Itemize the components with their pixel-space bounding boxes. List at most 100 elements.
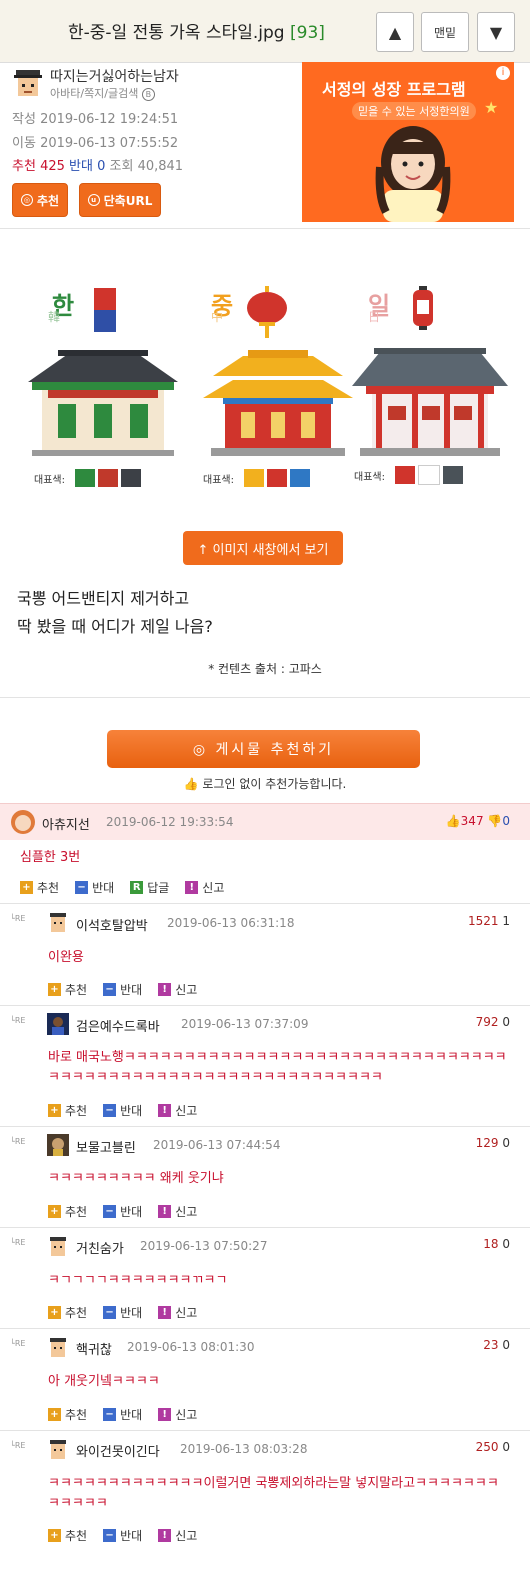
best-date: 2019-06-12 19:33:54 [106,815,234,829]
author-links[interactable]: 아바타/쪽지/글검색 B [50,85,155,101]
circle-icon: ◎ [20,194,33,206]
opp-button[interactable]: − 반대 [103,1527,142,1544]
divider [0,1328,530,1329]
rec-button[interactable]: + 추천 [48,1203,87,1220]
opp-button[interactable]: − 반대 [103,1203,142,1220]
report-button[interactable]: ! 신고 [158,1406,197,1423]
report-icon: ! [158,1305,172,1319]
thumbs-down-icon: 👎 [487,814,503,828]
view-image-button[interactable]: ↑ 이미지 새창에서 보기 [183,531,343,565]
best-rec-button[interactable]: + 추천 [20,879,59,896]
opp-button[interactable]: − 반대 [103,981,142,998]
recommend-note: 👍 로그인 없이 추천가능합니다. [183,777,347,791]
comment-date: 2019-06-13 07:44:54 [153,1138,281,1152]
comment-nick[interactable]: 거친숨가 [76,1238,124,1257]
comment-avatar[interactable] [47,912,69,934]
opp-button[interactable]: − 반대 [103,1406,142,1423]
report-icon: ! [158,1103,172,1117]
minus-icon: − [103,1103,117,1117]
author-avatar[interactable] [12,68,44,100]
comment-avatar[interactable] [47,1337,69,1359]
comment-date: 2019-06-13 07:37:09 [181,1017,309,1031]
report-icon: ! [158,982,172,996]
comment-nick[interactable]: 핵귀찮 [76,1339,112,1358]
rec-button[interactable]: + 추천 [48,1304,87,1321]
plus-icon: + [48,982,61,996]
rec-button[interactable]: + 추천 [48,981,87,998]
plus-icon: + [48,1305,61,1319]
minus-icon: − [103,1305,117,1319]
minus-icon: − [103,982,117,996]
author-nick[interactable]: 따지는거싫어하는남자 [50,66,179,86]
comment-nick[interactable]: 검은예수드록바 [76,1016,160,1035]
comment-score: 23 0 [483,1338,510,1352]
thumbs-up-icon: 👍 [445,814,461,828]
report-icon: ! [158,1204,172,1218]
content-source: * 컨텐츠 출처 : 고파스 [208,662,322,676]
moved-date: 이동 2019-06-13 07:55:52 [12,136,179,151]
report-button[interactable]: ! 신고 [158,981,197,998]
opp-button[interactable]: − 반대 [103,1304,142,1321]
paper-lantern-icon [413,286,433,330]
house-japan: 일 日 대표색: [350,282,520,492]
comment-nick[interactable]: 와이건못이긴다 [76,1441,160,1460]
comment-nick[interactable]: 이석호탈압박 [76,915,148,934]
comment-actions: + 추천 − 반대 ! 신고 [48,1101,213,1119]
report-button[interactable]: ! 신고 [158,1203,197,1220]
reply-icon: R [130,880,144,894]
reply-arrow-icon: └RE [10,1441,26,1450]
comment-nick[interactable]: 보물고블린 [76,1137,136,1156]
divider [0,1126,530,1127]
reply-arrow-icon: └RE [10,1016,26,1025]
comment-text: ㅋㅋㅋㅋㅋㅋㅋㅋㅋㅋㅋㅋㅋ이럴거면 국뽕제외하라는말 넣지말라고ㅋㅋㅋㅋㅋㅋㅋㅋ… [48,1476,499,1511]
comment-avatar[interactable] [47,1013,69,1035]
hanja-korea: 韓 [48,310,61,324]
rec-button[interactable]: + 추천 [48,1527,87,1544]
comment-count[interactable]: [93] [290,23,325,43]
info-icon[interactable]: i [496,66,510,80]
divider [0,1430,530,1431]
minus-icon: − [103,1204,117,1218]
best-votes: 👍347 👎0 [445,814,510,828]
next-button[interactable]: ▼ [477,12,515,52]
best-nick[interactable]: 아츄지선 [42,814,90,833]
comment-text: ㅋㄱㄱㄱㄱㅋㅋㅋㅋㅋㅋㅋㄲㅋㄱ [48,1273,228,1288]
minus-icon: − [103,1407,117,1421]
comment-text: 바로 매국노행ㅋㅋㅋㅋㅋㅋㅋㅋㅋㅋㅋㅋㅋㅋㅋㅋㅋㅋㅋㅋㅋㅋㅋㅋㅋㅋㅋㅋㅋㅋㅋㅋㅋ… [48,1050,507,1085]
comment-score: 792 0 [475,1015,510,1029]
opp-button[interactable]: − 반대 [103,1102,142,1119]
report-button[interactable]: ! 신고 [158,1304,197,1321]
best-report-button[interactable]: ! 신고 [185,879,224,896]
comment-avatar[interactable] [47,1134,69,1156]
recommend-button[interactable]: ◎ 추천 [12,183,68,217]
comment-actions: + 추천 − 반대 ! 신고 [48,980,213,998]
go-bottom-button[interactable]: 맨밑 [421,12,469,52]
recommend-post-button[interactable]: ◎ 게시물 추천하기 [107,730,420,768]
rec-button[interactable]: + 추천 [48,1102,87,1119]
comment-avatar[interactable] [47,1236,69,1258]
plus-icon: + [20,880,33,894]
divider [0,697,530,698]
report-icon: ! [158,1407,172,1421]
best-reply-button[interactable]: R 답글 [130,879,169,896]
reply-arrow-icon: └RE [10,1339,26,1348]
chinese-house [203,350,353,456]
report-button[interactable]: ! 신고 [158,1102,197,1119]
rec-button[interactable]: + 추천 [48,1406,87,1423]
comment-actions: + 추천 − 반대 ! 신고 [48,1202,213,1220]
comment-date: 2019-06-13 07:50:27 [140,1239,268,1253]
short-url-button[interactable]: u 단축URL [79,183,161,217]
best-avatar[interactable] [10,809,36,835]
divider [0,228,530,229]
report-button[interactable]: ! 신고 [158,1527,197,1544]
thumbs-up-icon: 👍 [183,777,199,791]
best-opp-button[interactable]: − 반대 [75,879,114,896]
ad-banner[interactable]: 서정의 성장 프로그램 믿을 수 있는 서정한의원 i ★ [302,62,514,222]
hanja-japan: 日 [368,310,381,324]
comment-avatar[interactable] [47,1439,69,1461]
prev-button[interactable]: ▲ [376,12,414,52]
ad-headline: 서정의 성장 프로그램 [322,80,466,99]
comment-text: 이완용 [48,950,84,965]
mark-icon: B [141,88,155,101]
report-icon: ! [158,1528,172,1542]
